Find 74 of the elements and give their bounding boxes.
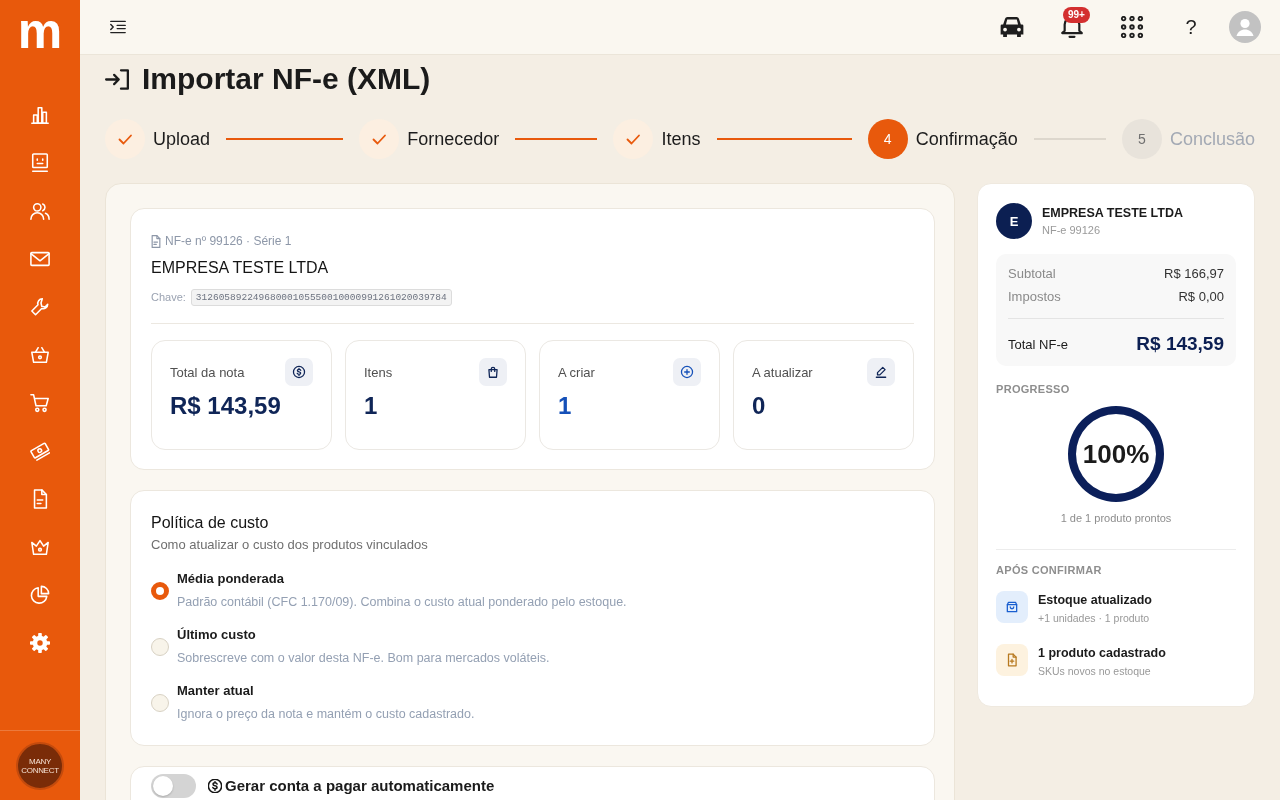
payable-label: Gerar conta a pagar automaticamente (225, 777, 495, 795)
result-detail: +1 unidades · 1 produto (1038, 611, 1150, 625)
total-value: R$ 143,59 (1136, 333, 1224, 355)
settings-icon[interactable] (30, 633, 50, 653)
total-label: Total NF-e (1008, 336, 1068, 352)
bar-chart-icon[interactable] (30, 105, 50, 125)
step-label: Itens (661, 128, 701, 150)
option-description: Padrão contábil (CFC 1.170/09). Combina o custo atual ponderado pelo estoque. (177, 594, 627, 611)
summary-label: Subtotal (1008, 265, 1056, 283)
document-plus-icon (996, 644, 1028, 676)
progress-caption: 1 de 1 produto prontos (1059, 511, 1173, 525)
page-title: Importar NF-e (XML) (142, 61, 431, 97)
help-button[interactable]: ? (1180, 15, 1202, 39)
step-number: 4 (867, 119, 908, 159)
summary-value: R$ 0,00 (1178, 288, 1224, 306)
brand-logo[interactable]: MANY CONNECT (16, 742, 64, 790)
crown-icon[interactable] (30, 537, 50, 557)
menu-icon[interactable] (110, 20, 126, 34)
stat-value: 0 (752, 391, 767, 421)
step-label: Upload (153, 128, 211, 150)
step-number: 5 (1121, 119, 1162, 159)
option-label: Média ponderada (177, 570, 284, 588)
import-icon (105, 68, 129, 90)
basket-icon[interactable] (30, 345, 50, 365)
stat-label: Total da nota (170, 364, 245, 380)
box-icon (996, 591, 1028, 623)
banknotes-icon[interactable] (30, 441, 50, 461)
summary-value: R$ 166,97 (1164, 265, 1224, 283)
stat-value: 1 (558, 391, 573, 421)
result-title: 1 produto cadastrado (1038, 645, 1166, 662)
toggle-switch[interactable] (151, 774, 196, 798)
wrench-icon[interactable] (30, 297, 50, 317)
radio-button[interactable] (151, 581, 169, 600)
invoice-number: NF-e 99126 (1042, 223, 1101, 237)
section-subtitle: Como atualizar o custo dos produtos vinculados (151, 536, 429, 554)
stat-value: 1 (364, 391, 379, 421)
app-logo[interactable]: m (17, 13, 63, 57)
access-key: 31260589224968000105550010000991261020039784 (190, 288, 452, 306)
stat-value: R$ 143,59 (170, 391, 282, 421)
apps-grid-icon[interactable] (1120, 16, 1144, 38)
car-icon[interactable] (1000, 16, 1024, 38)
invoice-number: NF-e nº 99126 · Série 1 (165, 233, 292, 250)
option-label: Último custo (177, 626, 256, 644)
section-heading: PROGRESSO (996, 382, 1071, 396)
dollar-icon (208, 779, 222, 793)
document-icon (151, 234, 161, 248)
option-description: Ignora o preço da nota e mantém o custo cadastrado. (177, 706, 475, 723)
notification-badge: 99+ (1063, 7, 1090, 23)
stat-label: A criar (558, 364, 595, 380)
key-label: Chave: (151, 291, 186, 303)
progress-percent: 100% (1082, 439, 1150, 469)
dollar-icon (285, 358, 313, 386)
section-heading: APÓS CONFIRMAR (996, 563, 1103, 577)
option-label: Manter atual (177, 682, 254, 700)
company-name: EMPRESA TESTE LTDA (151, 258, 330, 278)
stat-label: Itens (364, 364, 393, 380)
result-detail: SKUs novos no estoque (1038, 664, 1151, 678)
company-avatar: E (996, 203, 1032, 239)
cart-icon[interactable] (30, 393, 50, 413)
pie-chart-icon[interactable] (30, 585, 50, 605)
pencil-icon (867, 358, 895, 386)
summary-label: Impostos (1008, 288, 1061, 306)
option-description: Sobrescreve com o valor desta NF-e. Bom para mercados voláteis. (177, 650, 550, 667)
step-label: Fornecedor (407, 128, 500, 150)
users-icon[interactable] (30, 201, 50, 221)
result-title: Estoque atualizado (1038, 592, 1152, 609)
screen-face-icon[interactable] (30, 153, 50, 173)
stat-label: A atualizar (752, 364, 813, 380)
section-title: Política de custo (151, 513, 270, 533)
step-label: Confirmação (915, 128, 1018, 150)
shopping-bag-icon (479, 358, 507, 386)
mail-icon[interactable] (30, 249, 50, 269)
step-label: Conclusão (1169, 128, 1255, 150)
company-name: EMPRESA TESTE LTDA (1042, 205, 1183, 221)
